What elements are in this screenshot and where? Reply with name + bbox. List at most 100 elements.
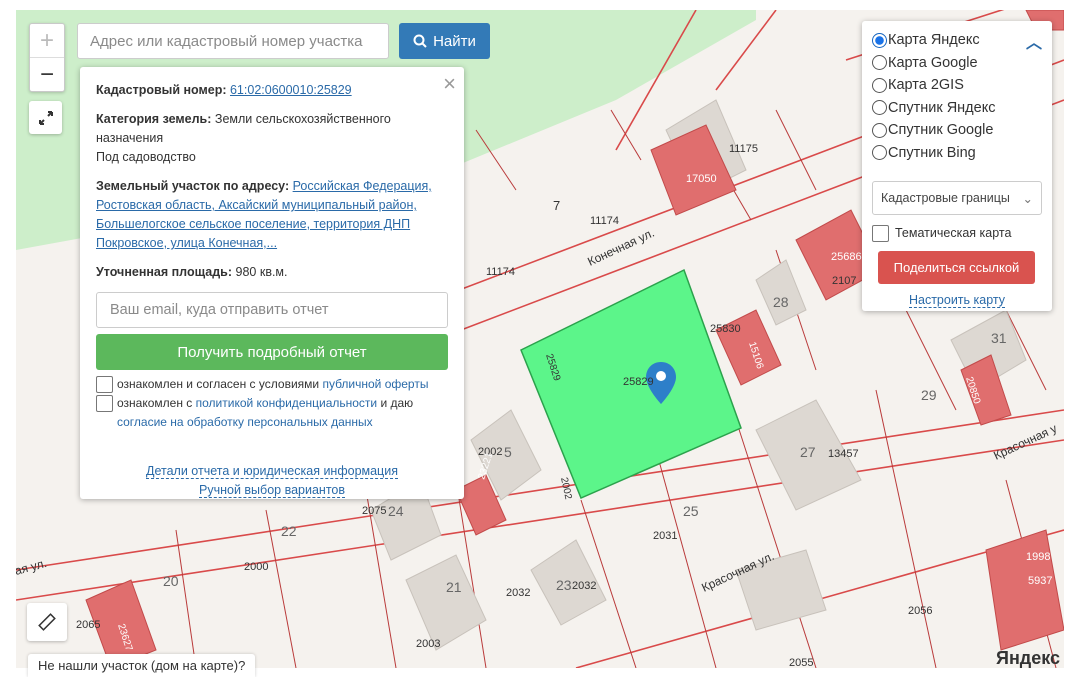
map-label: 22 xyxy=(281,523,297,539)
category-row: Категория земель: Земли сельскохозяйстве… xyxy=(96,110,448,167)
overlay-select[interactable]: Кадастровые границы ⌄ xyxy=(872,181,1042,215)
layer-option[interactable]: Карта Google xyxy=(872,52,1042,75)
layer-option-label: Спутник Bing xyxy=(888,144,976,161)
layer-option[interactable]: Карта 2GIS xyxy=(872,74,1042,97)
ruler-icon xyxy=(38,613,56,631)
layer-option-label: Карта Google xyxy=(888,54,978,71)
layer-option[interactable]: Спутник Google xyxy=(872,119,1042,142)
offer-link[interactable]: публичной оферты xyxy=(322,377,428,391)
zoom-out-button[interactable]: − xyxy=(30,58,64,91)
map-label: 13457 xyxy=(828,448,859,460)
map-label: 2056 xyxy=(908,605,932,617)
address-row: Земельный участок по адресу: Российская … xyxy=(96,177,448,253)
area-row: Уточненная площадь: 980 кв.м. xyxy=(96,263,448,282)
map-label: 11174 xyxy=(590,215,619,227)
radio-icon[interactable] xyxy=(872,77,887,93)
map-label: 5937 xyxy=(1028,575,1052,587)
not-found-tip[interactable]: Не нашли участок (дом на карте)? xyxy=(28,654,256,677)
map-label: 25830 xyxy=(710,323,741,335)
ruler-button[interactable] xyxy=(27,603,67,641)
map-label: 2003 xyxy=(416,638,440,650)
expand-icon xyxy=(38,110,53,125)
layer-option-label: Спутник Яндекс xyxy=(888,99,996,116)
configure-map-link[interactable]: Настроить карту xyxy=(908,293,1006,308)
map-label: 2065 xyxy=(76,619,100,631)
map-label: 5 xyxy=(504,444,512,460)
offer-text: ознакомлен и согласен с условиями xyxy=(117,377,320,391)
search-icon xyxy=(413,34,427,48)
category-label: Категория земель: xyxy=(96,112,212,126)
map-label: 2055 xyxy=(789,657,813,668)
privacy-link[interactable]: политикой конфиденциальности xyxy=(196,396,377,410)
street-label: ая ул. xyxy=(16,556,48,578)
layer-option-label: Карта 2GIS xyxy=(888,77,964,94)
privacy-text: ознакомлен с xyxy=(117,396,193,410)
zoom-control: + − xyxy=(29,23,65,92)
privacy-checkbox[interactable] xyxy=(96,395,113,412)
area-value: 980 кв.м. xyxy=(235,265,288,279)
layer-option-label: Спутник Google xyxy=(888,122,994,139)
search-input[interactable] xyxy=(77,23,389,59)
map-label: 25 xyxy=(683,503,699,519)
thematic-checkbox[interactable] xyxy=(872,225,889,242)
map-label: 27 xyxy=(800,444,816,460)
offer-checkbox[interactable] xyxy=(96,376,113,393)
offer-agreement: ознакомлен и согласен с условиями публич… xyxy=(96,375,448,394)
panel-links: Детали отчета и юридическая информация Р… xyxy=(96,462,448,500)
consent-link[interactable]: согласие на обработку персональных данны… xyxy=(117,415,373,429)
map-label: 2002 xyxy=(558,476,573,500)
map-label: 21 xyxy=(446,579,462,595)
fullscreen-button[interactable] xyxy=(29,101,62,134)
area-label: Уточненная площадь: xyxy=(96,265,233,279)
map-label: 31 xyxy=(991,330,1007,346)
radio-icon[interactable] xyxy=(872,145,887,161)
map-label: 2075 xyxy=(362,505,386,517)
parcel-info-panel: × Кадастровый номер: 61:02:0600010:25829… xyxy=(80,67,464,499)
get-report-button[interactable]: Получить подробный отчет xyxy=(96,334,448,370)
street-label: Конечная ул. xyxy=(585,226,656,269)
privacy-mid-text: и даю xyxy=(380,396,414,410)
cadastral-label: Кадастровый номер: xyxy=(96,83,227,97)
yandex-logo: Яндекс xyxy=(996,648,1061,668)
radio-selected-icon[interactable] xyxy=(872,32,887,48)
map-label: 2107 xyxy=(832,275,856,287)
cadastral-row: Кадастровый номер: 61:02:0600010:25829 xyxy=(96,81,448,100)
close-icon[interactable]: × xyxy=(443,71,456,97)
layer-option[interactable]: Спутник Яндекс xyxy=(872,97,1042,120)
map-label: 2000 xyxy=(244,561,268,573)
map-label: 28 xyxy=(773,294,789,310)
manual-selection-link[interactable]: Ручной выбор вариантов xyxy=(199,483,345,498)
layers-panel: ︿ Карта Яндекс Карта Google Карта 2GIS С… xyxy=(862,21,1052,311)
cadastral-link[interactable]: 61:02:0600010:25829 xyxy=(230,83,352,97)
overlay-select-value: Кадастровые границы xyxy=(881,191,1010,205)
map-label: 24 xyxy=(388,503,404,519)
search-button-label: Найти xyxy=(433,32,476,50)
radio-icon[interactable] xyxy=(872,55,887,71)
radio-icon[interactable] xyxy=(872,100,887,116)
usage-value: Под садоводство xyxy=(96,150,196,164)
zoom-in-button[interactable]: + xyxy=(30,24,64,58)
search-button[interactable]: Найти xyxy=(399,23,490,59)
radio-icon[interactable] xyxy=(872,122,887,138)
thematic-map-option[interactable]: Тематическая карта xyxy=(872,224,1042,242)
chevron-up-icon[interactable]: ︿ xyxy=(1026,29,1042,53)
layer-option[interactable]: Карта Яндекс xyxy=(872,29,1042,52)
address-label: Земельный участок по адресу: xyxy=(96,179,290,193)
email-field[interactable] xyxy=(96,292,448,328)
details-link[interactable]: Детали отчета и юридическая информация xyxy=(146,464,398,479)
chevron-down-icon: ⌄ xyxy=(1022,191,1033,206)
map-label: 2032 xyxy=(572,580,596,592)
map-label: 11175 xyxy=(729,143,758,155)
map-label: 2032 xyxy=(506,587,530,599)
share-link-button[interactable]: Поделиться ссылкой xyxy=(878,251,1035,284)
map-label: 11174 xyxy=(486,266,515,278)
map-label: 17050 xyxy=(686,173,717,185)
layer-option-label: Карта Яндекс xyxy=(888,32,980,49)
thematic-label: Тематическая карта xyxy=(895,226,1012,240)
map-label: 29 xyxy=(921,387,937,403)
privacy-agreement: ознакомлен с политикой конфиденциальност… xyxy=(96,394,448,432)
layer-option[interactable]: Спутник Bing xyxy=(872,142,1042,165)
map-label: 25829 xyxy=(623,376,654,388)
map-label: 20 xyxy=(163,573,179,589)
map-label: 23 xyxy=(556,577,572,593)
